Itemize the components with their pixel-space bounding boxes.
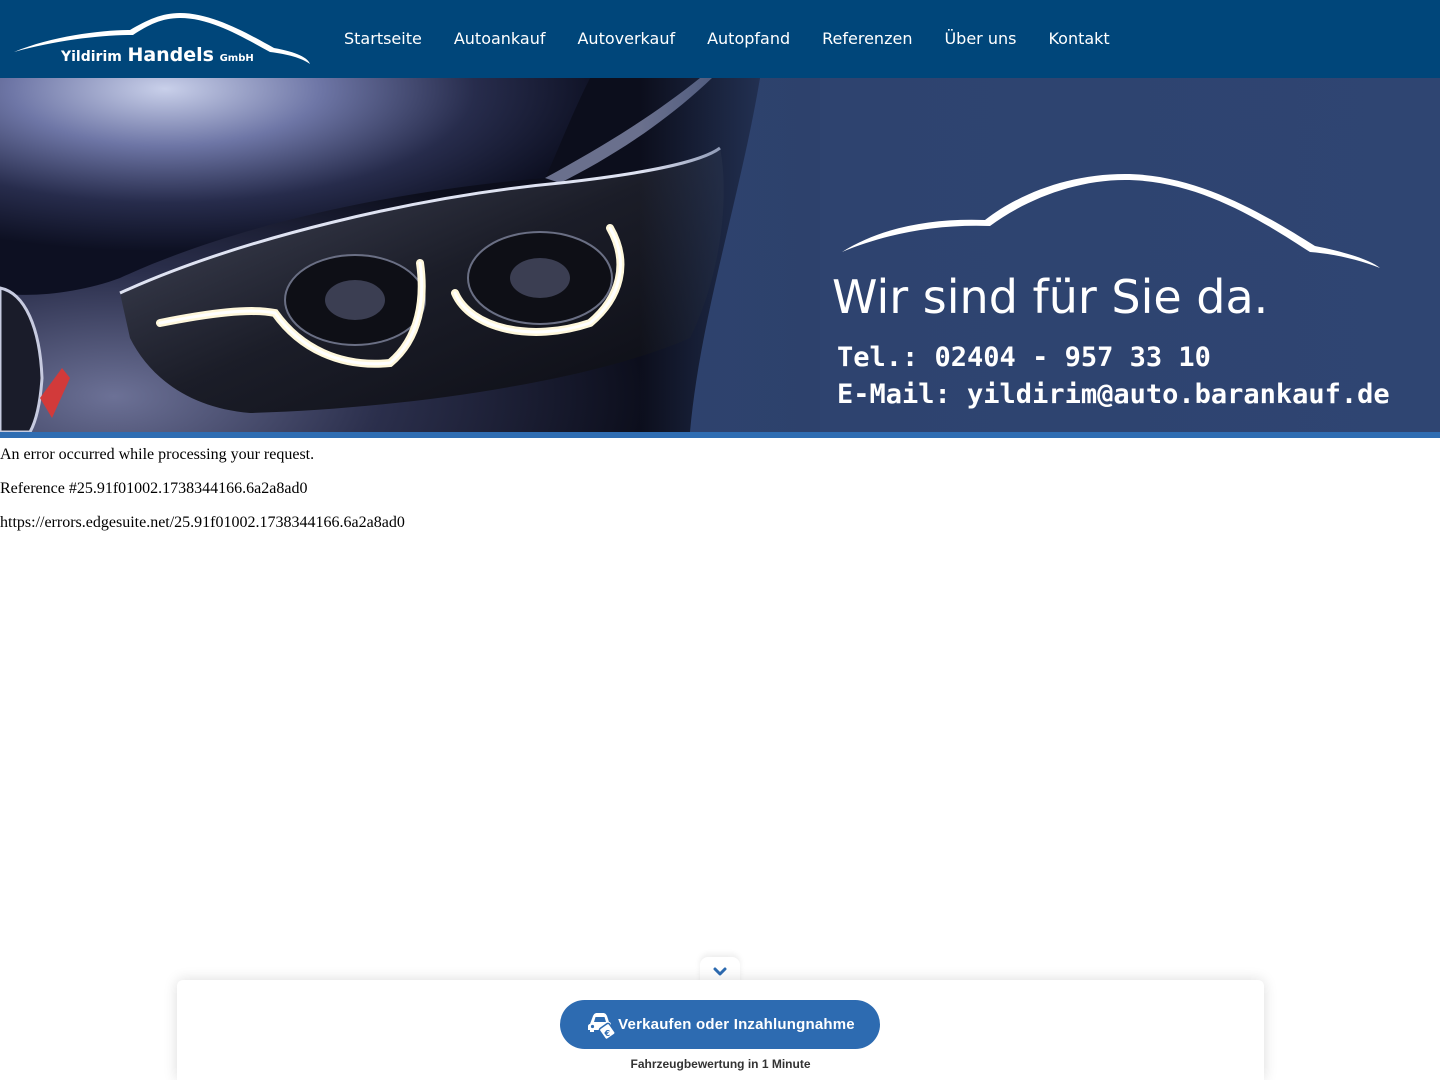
nav-item-kontakt[interactable]: Kontakt <box>1032 0 1125 78</box>
logo-wordmark: Yildirim Handels GmbH <box>61 44 254 66</box>
valuation-widget: € Verkaufen oder Inzahlungnahme Fahrzeug… <box>177 980 1264 1080</box>
error-message: An error occurred while processing your … <box>0 446 315 463</box>
sell-or-trade-in-label: Verkaufen oder Inzahlungnahme <box>618 1016 855 1033</box>
error-reference: Reference #25.91f01002.1738344166.6a2a8a… <box>0 480 308 497</box>
nav-item-referenzen[interactable]: Referenzen <box>806 0 928 78</box>
chevron-down-icon <box>713 967 727 976</box>
hero-headline: Wir sind für Sie da. <box>832 270 1269 324</box>
hero-email: E-Mail: yildirim@auto.barankauf.de <box>837 379 1390 410</box>
svg-text:€: € <box>604 1029 611 1038</box>
company-logo[interactable]: Yildirim Handels GmbH <box>12 8 312 70</box>
main-nav: Startseite Autoankauf Autoverkauf Autopf… <box>328 0 1126 78</box>
hero-bottom-stripe <box>0 432 1440 438</box>
nav-item-autoverkauf[interactable]: Autoverkauf <box>561 0 691 78</box>
nav-item-autoankauf[interactable]: Autoankauf <box>438 0 562 78</box>
nav-item-ueber-uns[interactable]: Über uns <box>928 0 1032 78</box>
nav-item-autopfand[interactable]: Autopfand <box>691 0 806 78</box>
sell-or-trade-in-button[interactable]: € Verkaufen oder Inzahlungnahme <box>560 1000 880 1049</box>
hero-phone: Tel.: 02404 - 957 33 10 <box>837 342 1211 373</box>
car-tag-icon: € <box>585 1010 617 1040</box>
site-header: Yildirim Handels GmbH Startseite Autoank… <box>0 0 1440 78</box>
hero-banner: Wir sind für Sie da. Tel.: 02404 - 957 3… <box>0 78 1440 432</box>
error-url: https://errors.edgesuite.net/25.91f01002… <box>0 514 405 531</box>
valuation-subtitle: Fahrzeugbewertung in 1 Minute <box>630 1057 811 1071</box>
nav-item-startseite[interactable]: Startseite <box>328 0 438 78</box>
